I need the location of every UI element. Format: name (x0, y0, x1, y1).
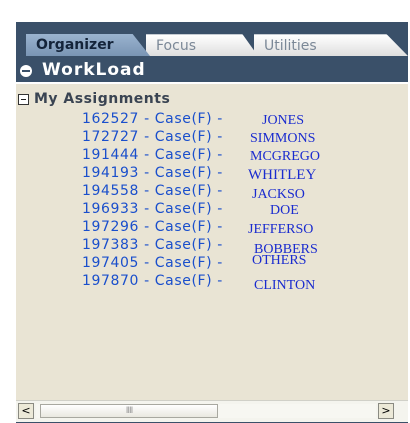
list-item[interactable]: 196933 - Case(F) - DOE (16, 200, 408, 218)
list-item[interactable]: 191444 - Case(F) - MCGREGO (16, 146, 408, 164)
list-item[interactable]: 194193 - Case(F) - WHITLEY (16, 164, 408, 183)
client-name[interactable]: OTHERS (252, 252, 306, 270)
collapse-section-icon[interactable] (20, 65, 32, 77)
list-item[interactable]: 162527 - Case(F) - JONES (16, 110, 408, 128)
scroll-thumb[interactable]: IIII (40, 404, 218, 418)
assignment-list: 162527 - Case(F) - JONES 172727 - Case(F… (16, 110, 408, 293)
case-link[interactable]: 162527 - Case(F) - (82, 110, 223, 128)
case-link[interactable]: 197405 - Case(F) - (82, 254, 223, 272)
list-item[interactable]: 172727 - Case(F) - SIMMONS (16, 128, 408, 146)
tab-bar: Utilities Focus Organizer (16, 22, 408, 56)
case-link[interactable]: 194558 - Case(F) - (82, 182, 223, 200)
organizer-panel: Utilities Focus Organizer WorkLoad My As… (16, 22, 408, 423)
case-link[interactable]: 172727 - Case(F) - (82, 128, 223, 146)
case-link[interactable]: 196933 - Case(F) - (82, 200, 223, 218)
tab-organizer[interactable]: Organizer (26, 34, 150, 56)
tab-focus[interactable]: Focus (146, 34, 258, 56)
tab-utilities[interactable]: Utilities (254, 34, 408, 56)
horizontal-scrollbar[interactable]: < IIII > (16, 400, 408, 422)
assignments-tree: My Assignments 162527 - Case(F) - JONES … (16, 82, 408, 400)
workload-section-header[interactable]: WorkLoad (16, 58, 408, 82)
list-item[interactable]: 197296 - Case(F) - JEFFERSO (16, 218, 408, 237)
section-title: WorkLoad (42, 60, 146, 80)
list-item[interactable]: 197383 - Case(F) - BOBBERS (16, 236, 408, 257)
list-item[interactable]: 197405 - Case(F) - OTHERS (16, 252, 408, 272)
case-link[interactable]: 197383 - Case(F) - (82, 236, 223, 254)
case-link[interactable]: 191444 - Case(F) - (82, 146, 223, 164)
scroll-right-icon[interactable]: > (378, 403, 394, 419)
tree-collapse-icon[interactable] (18, 94, 29, 105)
scroll-left-icon[interactable]: < (18, 403, 34, 419)
group-label[interactable]: My Assignments (34, 91, 170, 107)
case-link[interactable]: 197296 - Case(F) - (82, 218, 223, 236)
client-name[interactable]: CLINTON (254, 277, 315, 295)
list-item[interactable]: 194558 - Case(F) - JACKSO (16, 182, 408, 202)
list-item[interactable]: 197870 - Case(F) - CLINTON (16, 272, 408, 293)
case-link[interactable]: 194193 - Case(F) - (82, 164, 223, 182)
case-link[interactable]: 197870 - Case(F) - (82, 272, 223, 290)
